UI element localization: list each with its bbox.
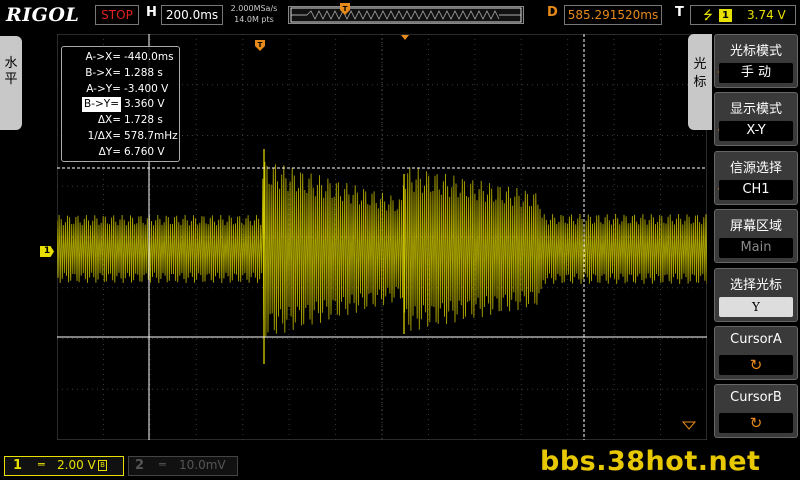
cursor-readout-value: 3.360 V — [124, 98, 165, 111]
menu-cursor-mode-title: 光标模式 — [729, 44, 782, 59]
rotate-knob-icon: ↻ — [719, 355, 793, 375]
memory-overview-bar[interactable] — [288, 6, 524, 24]
menu-select-cursor[interactable]: 选择光标 Y — [714, 268, 798, 322]
menu-display-mode-value: X-Y — [719, 121, 793, 141]
dc-coupling-icon: ═ — [159, 458, 166, 471]
watermark-text: bbs.38hot.net — [540, 446, 761, 477]
delay-label: D — [547, 5, 558, 20]
ch2-number: 2 — [135, 458, 145, 473]
menu-cursor-mode[interactable]: 光标模式 手 动 — [714, 34, 798, 88]
menu-display-mode-title: 显示模式 — [729, 102, 782, 117]
trigger-position-marker-icon[interactable]: T — [340, 3, 350, 15]
dc-coupling-icon: ═ — [38, 458, 45, 471]
cursor-readout-value: 1.288 s — [124, 66, 163, 79]
ch2-vertical-scale: 10.0mV — [179, 458, 226, 472]
ch1-offset-marker[interactable]: 1 — [40, 246, 54, 257]
trigger-level: 3.74 V — [747, 8, 786, 22]
svg-text:T: T — [343, 5, 348, 13]
top-status-bar: RIGOL STOP H 200.0ms 2.000MSa/s 14.0M pt… — [0, 0, 800, 30]
cursor-readout-row: A->Y= -3.400 V — [62, 82, 179, 97]
svg-text:T: T — [258, 41, 263, 49]
cursor-readout-key: A->Y= — [86, 82, 121, 95]
cursor-readout-row: B->Y= 3.360 V — [62, 97, 179, 113]
menu-cursor-mode-value: 手 动 — [719, 63, 793, 83]
cursor-readout-row: B->X= 1.288 s — [62, 66, 179, 81]
trigger-source: 1 — [719, 9, 732, 22]
trigger-delay-value[interactable]: 585.291520ms — [564, 5, 662, 25]
rotate-knob-icon: ↻ — [719, 413, 793, 433]
memory-overview-waveform — [290, 7, 522, 23]
cursor-menu: 光标模式 手 动 显示模式 X-Y 信源选择 CH1 屏幕区域 Main 选择光… — [712, 34, 800, 440]
menu-source-select-value: CH1 — [719, 180, 793, 200]
cursor-readout-key: ΔY= — [98, 145, 121, 158]
cursor-readout-value: -3.400 V — [124, 82, 169, 95]
trigger-settings[interactable]: ⭍ 1 3.74 V — [690, 5, 796, 25]
trigger-label: T — [675, 5, 684, 20]
ch2-settings-badge[interactable]: 2 ═ 10.0mV — [128, 456, 238, 476]
cursor-readout-value: 1.728 s — [124, 114, 163, 127]
ch1-settings-badge[interactable]: 1 ═ 2.00 V B — [4, 456, 124, 476]
cursor-readout-panel: A->X= -440.0ms B->X= 1.288 s A->Y= -3.400 V B-… — [61, 46, 180, 162]
menu-select-cursor-value: Y — [719, 297, 793, 317]
menu-source-select[interactable]: 信源选择 CH1 — [714, 151, 798, 205]
cursor-readout-value: 578.7mHz — [124, 130, 178, 142]
menu-source-select-title: 信源选择 — [729, 161, 782, 176]
menu-cursor-a[interactable]: CursorA ↻ — [714, 326, 798, 380]
horizontal-tab-label: 水平 — [4, 56, 18, 87]
ch1-number: 1 — [13, 458, 23, 473]
sample-rate: 2.000MSa/s — [230, 4, 278, 13]
cursor-readout-value: 6.760 V — [124, 145, 165, 158]
brand-logo: RIGOL — [6, 4, 80, 26]
cursor-readout-key: 1/ΔX= — [87, 130, 121, 142]
menu-screen-region[interactable]: 屏幕区域 Main — [714, 209, 798, 263]
horizontal-menu-tab[interactable]: 水平 — [0, 36, 22, 130]
cursor-tab-label: 光标 — [693, 57, 707, 90]
menu-display-mode[interactable]: 显示模式 X-Y — [714, 92, 798, 146]
cursor-menu-tab[interactable]: 光标 — [688, 34, 712, 130]
menu-cursor-b-title: CursorB — [730, 390, 782, 405]
horizontal-label: H — [146, 5, 157, 20]
cursor-readout-key: A->X= — [85, 51, 121, 63]
cursor-readout-key: ΔX= — [97, 114, 121, 127]
menu-cursor-b[interactable]: CursorB ↻ — [714, 384, 798, 438]
timebase-value[interactable]: 200.0ms — [161, 5, 223, 25]
memory-depth: 14.0M pts — [234, 15, 274, 24]
bandwidth-limit-icon: B — [98, 460, 107, 471]
cursor-readout-row: 1/ΔX= 578.7mHz — [62, 129, 179, 144]
menu-screen-region-title: 屏幕区域 — [729, 219, 782, 234]
rising-edge-icon: ⭍ — [703, 8, 713, 22]
cursor-readout-row: A->X= -440.0ms — [62, 50, 179, 65]
cursor-readout-row: ΔY= 6.760 V — [62, 145, 179, 160]
cursor-readout-value: -440.0ms — [124, 51, 174, 63]
menu-cursor-a-title: CursorA — [730, 332, 782, 347]
cursor-readout-row: ΔX= 1.728 s — [62, 113, 179, 128]
ch1-vertical-scale: 2.00 V — [57, 458, 96, 472]
menu-screen-region-value: Main — [719, 238, 793, 258]
run-stop-status[interactable]: STOP — [95, 5, 139, 25]
menu-select-cursor-title: 选择光标 — [729, 278, 782, 293]
cursor-readout-key: B->Y= — [81, 97, 121, 113]
cursor-readout-key: B->X= — [85, 66, 121, 79]
